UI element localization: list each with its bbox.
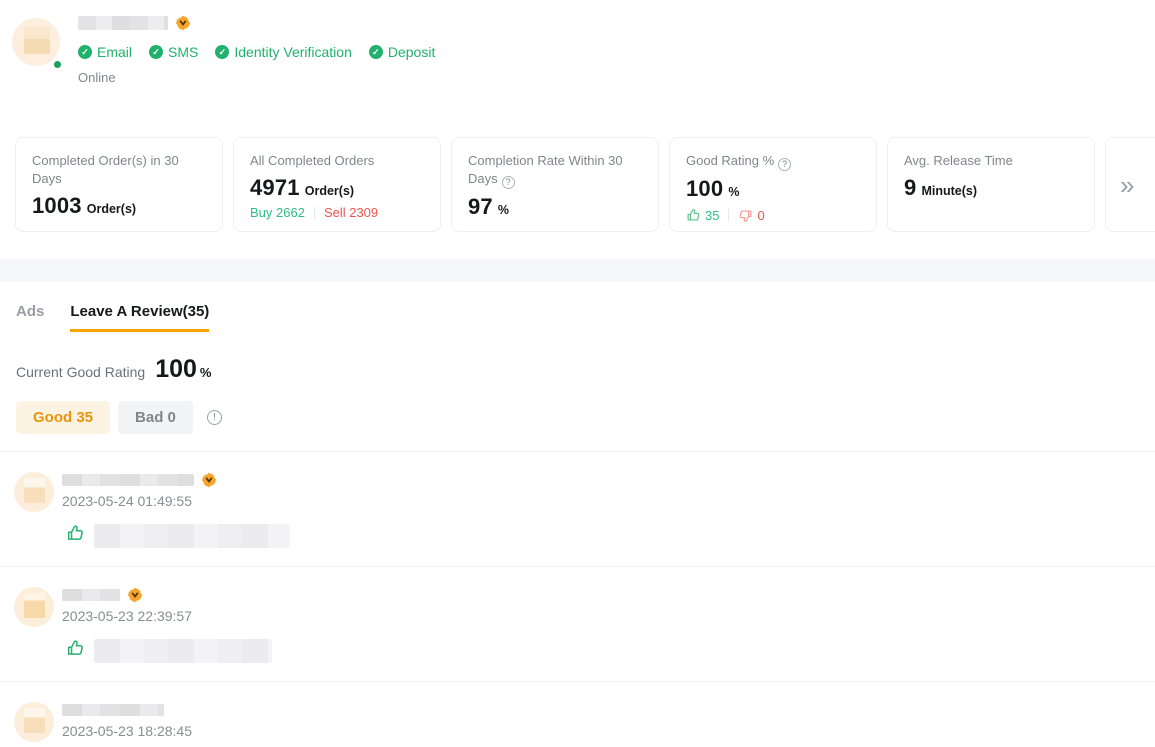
reviewer-avatar <box>14 472 54 512</box>
stat-value: 1003 <box>32 193 82 219</box>
review-item: 2023-05-23 18:28:45 <box>0 682 1155 747</box>
rating-value: 100 <box>155 355 197 384</box>
profile-tabs: Ads Leave A Review(35) <box>0 303 1155 332</box>
bad-filter-button[interactable]: Bad 0 <box>118 401 193 434</box>
stat-card-all-completed: All Completed Orders 4971 Order(s) Buy 2… <box>233 137 441 232</box>
reviewer-avatar <box>14 702 54 742</box>
check-icon: ✓ <box>149 45 163 59</box>
stat-label: Completed Order(s) in 30 Days <box>32 152 206 188</box>
verified-badge-icon <box>175 15 191 31</box>
verification-email: ✓ Email <box>78 44 132 60</box>
verification-label: Identity Verification <box>234 44 352 60</box>
merchant-name-row <box>78 14 435 32</box>
verification-label: SMS <box>168 44 198 60</box>
stat-unit: Minute(s) <box>921 184 977 198</box>
review-text-redacted <box>94 524 290 548</box>
section-separator-band <box>0 259 1155 282</box>
stat-unit: Order(s) <box>87 202 136 216</box>
verification-sms: ✓ SMS <box>149 44 198 60</box>
reviewer-avatar <box>14 587 54 627</box>
thumb-down-count: 0 <box>757 208 764 223</box>
verification-deposit: ✓ Deposit <box>369 44 435 60</box>
verification-label: Email <box>97 44 132 60</box>
stat-unit: % <box>728 185 739 199</box>
review-date: 2023-05-24 01:49:55 <box>62 493 1139 509</box>
info-icon[interactable]: ! <box>207 410 222 425</box>
thumb-up-count: 35 <box>705 208 719 223</box>
tab-ads[interactable]: Ads <box>16 303 44 332</box>
current-good-rating: Current Good Rating 100 % <box>0 355 1155 384</box>
review-date: 2023-05-23 22:39:57 <box>62 608 1139 624</box>
stat-label: Avg. Release Time <box>904 152 1078 170</box>
thumb-up-icon <box>66 524 85 543</box>
stat-unit: % <box>498 203 509 217</box>
stat-unit: Order(s) <box>305 184 354 198</box>
rating-unit: % <box>200 365 212 380</box>
tab-leave-a-review[interactable]: Leave A Review(35) <box>70 303 209 332</box>
help-icon[interactable]: ? <box>778 158 791 171</box>
verification-identity: ✓ Identity Verification <box>215 44 352 60</box>
review-date: 2023-05-23 18:28:45 <box>62 723 1139 739</box>
merchant-name-redacted <box>78 16 168 30</box>
more-stats-button[interactable]: » <box>1105 137 1155 232</box>
buy-count: Buy 2662 <box>250 205 305 220</box>
stat-value: 97 <box>468 194 493 220</box>
review-text-redacted <box>94 639 272 663</box>
merchant-info: ✓ Email ✓ SMS ✓ Identity Verification ✓ … <box>78 18 435 85</box>
check-icon: ✓ <box>78 45 92 59</box>
stat-label: Good Rating %? <box>686 152 860 171</box>
stats-row: Completed Order(s) in 30 Days 1003 Order… <box>0 137 1155 232</box>
thumb-up-icon <box>66 639 85 658</box>
divider <box>728 209 729 221</box>
stat-value: 100 <box>686 176 723 202</box>
online-status-dot <box>52 59 63 70</box>
merchant-header: ✓ Email ✓ SMS ✓ Identity Verification ✓ … <box>0 0 1155 85</box>
stat-card-good-rating: Good Rating %? 100 % 35 0 <box>669 137 877 232</box>
verification-label: Deposit <box>388 44 435 60</box>
stat-card-completion-rate: Completion Rate Within 30 Days? 97 % <box>451 137 659 232</box>
stat-card-avg-release-time: Avg. Release Time 9 Minute(s) <box>887 137 1095 232</box>
review-filter-row: Good 35 Bad 0 ! <box>0 401 1155 434</box>
stat-value: 4971 <box>250 175 300 201</box>
stat-card-completed-30d: Completed Order(s) in 30 Days 1003 Order… <box>15 137 223 232</box>
stat-label-text: Completion Rate Within 30 Days <box>468 153 623 186</box>
check-icon: ✓ <box>369 45 383 59</box>
rating-label: Current Good Rating <box>16 364 145 380</box>
check-icon: ✓ <box>215 45 229 59</box>
divider <box>314 207 315 219</box>
thumb-down-icon <box>738 208 753 223</box>
stat-label: Completion Rate Within 30 Days? <box>468 152 642 189</box>
p2p-merchant-profile-page: { "header": { "online_status": "Online",… <box>0 0 1155 747</box>
reviewer-name-redacted <box>62 704 164 716</box>
sell-count: Sell 2309 <box>324 205 378 220</box>
review-list: 2023-05-24 01:49:55 2023-05-23 22:39:57 <box>0 451 1155 747</box>
help-icon[interactable]: ? <box>502 176 515 189</box>
verified-badge-icon <box>201 472 217 488</box>
thumb-up-icon <box>686 208 701 223</box>
review-item: 2023-05-23 22:39:57 <box>0 567 1155 682</box>
online-status-text: Online <box>78 70 435 85</box>
verified-badge-icon <box>127 587 143 603</box>
merchant-avatar <box>12 18 60 66</box>
stat-value: 9 <box>904 175 916 201</box>
verification-badges: ✓ Email ✓ SMS ✓ Identity Verification ✓ … <box>78 44 435 60</box>
stat-label: All Completed Orders <box>250 152 424 170</box>
reviewer-name-redacted <box>62 474 194 486</box>
double-chevron-right-icon: » <box>1120 172 1132 198</box>
review-item: 2023-05-24 01:49:55 <box>0 452 1155 567</box>
avatar-image-redacted <box>12 18 60 66</box>
good-filter-button[interactable]: Good 35 <box>16 401 110 434</box>
stat-label-text: Good Rating % <box>686 153 774 168</box>
reviewer-name-redacted <box>62 589 120 601</box>
